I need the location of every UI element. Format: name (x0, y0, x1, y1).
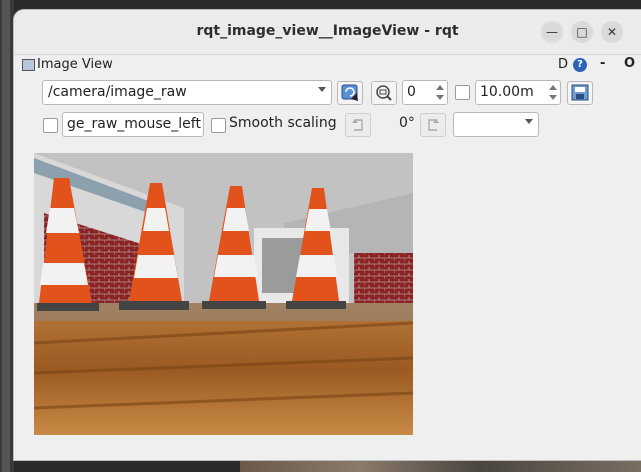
rotate-right-button[interactable] (420, 113, 446, 137)
mouse-topic-value: ge_raw_mouse_left (67, 116, 201, 132)
maximize-button[interactable]: □ (571, 21, 593, 43)
desktop-left-panel (0, 0, 14, 472)
save-icon (571, 84, 589, 101)
rotate-left-button[interactable] (345, 113, 371, 137)
frame-spinbox[interactable]: 0 (402, 80, 448, 105)
rate-checkbox[interactable] (455, 85, 470, 100)
frame-spinbox-value: 0 (407, 84, 416, 100)
topic-select[interactable]: /camera/image_raw (42, 80, 332, 105)
chevron-down-icon (525, 119, 533, 124)
topic-select-value: /camera/image_raw (48, 84, 187, 100)
rotation-label: 0° (399, 115, 415, 131)
help-icon[interactable]: ? (573, 58, 587, 72)
smooth-scaling-checkbox[interactable] (211, 118, 226, 133)
spin-up-icon[interactable] (436, 85, 444, 90)
zoom-icon (376, 85, 392, 101)
rate-spinbox-value: 10.00m (480, 84, 534, 100)
dock-minimize-button[interactable]: - (600, 56, 605, 71)
window-titlebar[interactable]: rqt_image_view__ImageView - rqt — □ ✕ (14, 10, 641, 55)
desktop-dock-strip (2, 0, 10, 472)
camera-image-render (34, 153, 413, 435)
rotate-left-icon (352, 119, 363, 131)
rotate-right-icon (428, 119, 439, 131)
image-view-icon (22, 59, 35, 71)
spin-up-icon[interactable] (549, 85, 557, 90)
mouse-topic-input[interactable]: ge_raw_mouse_left (62, 112, 204, 137)
mouse-publish-checkbox[interactable] (43, 118, 58, 133)
window-content: Image View D ? - O /camera/image_raw 0 1… (14, 55, 641, 460)
refresh-topics-button[interactable] (337, 81, 363, 105)
spin-down-icon[interactable] (549, 95, 557, 100)
camera-image[interactable] (34, 153, 413, 435)
smooth-scaling-label: Smooth scaling (229, 115, 337, 131)
rate-spinbox[interactable]: 10.00m (475, 80, 561, 105)
zoom-fit-button[interactable] (371, 81, 397, 105)
color-scheme-select[interactable] (453, 112, 539, 137)
dock-close-button[interactable]: O (624, 56, 635, 71)
rqt-window: rqt_image_view__ImageView - rqt — □ ✕ Im… (14, 10, 641, 460)
spin-down-icon[interactable] (436, 95, 444, 100)
refresh-icon (341, 84, 358, 101)
save-image-button[interactable] (567, 81, 593, 105)
close-button[interactable]: ✕ (601, 21, 623, 43)
minimize-button[interactable]: — (541, 21, 563, 43)
dock-header: Image View D ? - O (20, 55, 640, 75)
chevron-down-icon (318, 87, 326, 92)
dock-d-button[interactable]: D (558, 57, 568, 72)
dock-title: Image View (37, 57, 113, 72)
